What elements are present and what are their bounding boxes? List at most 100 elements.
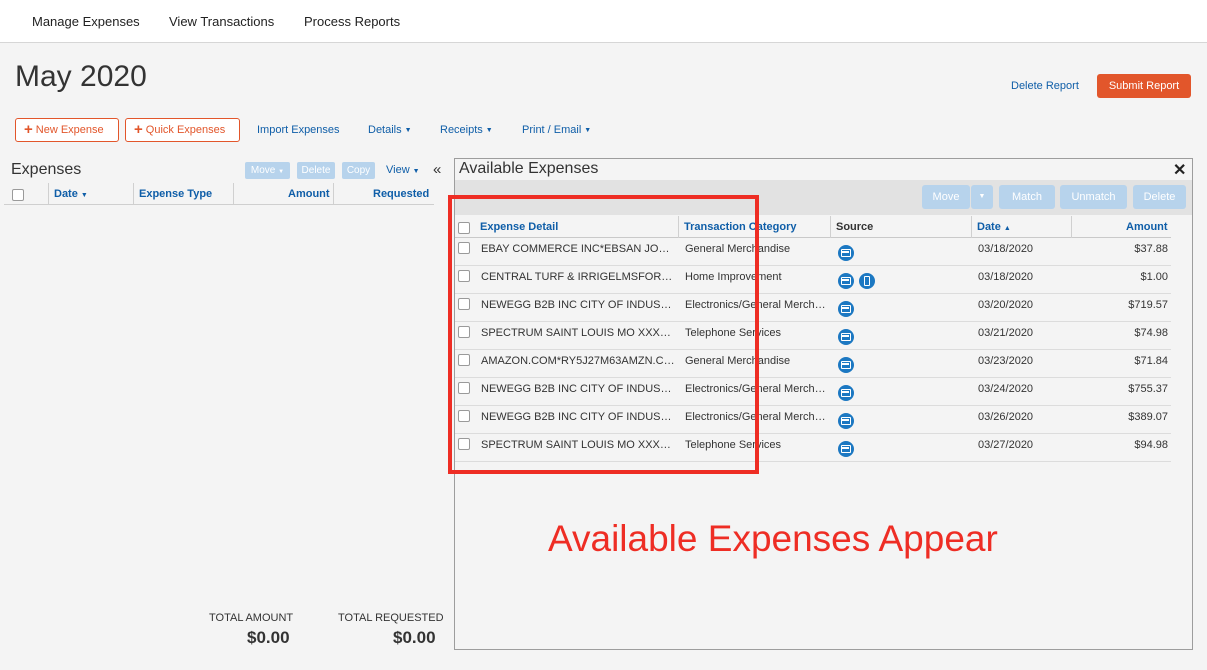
row-checkbox[interactable] xyxy=(458,242,470,254)
plus-icon: + xyxy=(134,121,143,138)
total-amount-value: $0.00 xyxy=(247,628,290,647)
amount-cell: $389.07 xyxy=(1128,411,1168,423)
sort-down-icon: ▼ xyxy=(80,192,88,199)
tab-view-transactions[interactable]: View Transactions xyxy=(169,14,274,29)
available-move-button[interactable]: Move xyxy=(922,185,970,209)
dropdown-arrow-icon: ▼ xyxy=(278,169,285,175)
total-requested-value: $0.00 xyxy=(393,628,436,647)
top-nav: Manage Expenses View Transactions Proces… xyxy=(0,0,1207,43)
expense-detail-cell: NEWEGG B2B INC CITY OF INDUSTRY CA xyxy=(481,299,675,311)
select-all-checkbox[interactable] xyxy=(12,189,24,201)
mobile-icon[interactable] xyxy=(859,273,875,289)
column-amount[interactable]: Amount xyxy=(288,188,330,200)
transaction-category-cell: Telephone Services xyxy=(685,327,782,339)
available-delete-button[interactable]: Delete xyxy=(1133,185,1186,209)
available-expenses-title: Available Expenses xyxy=(459,160,599,177)
column-transaction-category[interactable]: Transaction Category xyxy=(684,221,796,233)
card-icon[interactable] xyxy=(838,301,854,317)
transaction-category-cell: Electronics/General Merchandise xyxy=(685,383,827,395)
match-button[interactable]: Match xyxy=(999,185,1055,209)
transaction-category-cell: Telephone Services xyxy=(685,439,782,451)
collapse-panel-icon[interactable]: « xyxy=(433,161,441,178)
expense-detail-cell: AMAZON.COM*RY5J27M63AMZN.COM/BILL WA xyxy=(481,355,675,367)
row-checkbox[interactable] xyxy=(458,438,470,450)
date-cell: 03/20/2020 xyxy=(978,299,1034,311)
import-expenses-link[interactable]: Import Expenses xyxy=(257,124,340,136)
amount-cell: $74.98 xyxy=(1134,327,1168,339)
row-checkbox[interactable] xyxy=(458,354,470,366)
print-email-menu[interactable]: Print / Email ▼ xyxy=(522,124,591,136)
card-icon[interactable] xyxy=(838,413,854,429)
available-select-all-checkbox[interactable] xyxy=(458,222,470,234)
transaction-category-cell: Home Improvement xyxy=(685,271,782,283)
date-cell: 03/23/2020 xyxy=(978,355,1034,367)
copy-button[interactable]: Copy xyxy=(342,162,375,179)
view-menu[interactable]: View ▼ xyxy=(386,164,420,176)
unmatch-button[interactable]: Unmatch xyxy=(1060,185,1127,209)
row-checkbox[interactable] xyxy=(458,270,470,282)
column-amount-available[interactable]: Amount xyxy=(1126,221,1168,233)
submit-report-button[interactable]: Submit Report xyxy=(1097,74,1191,98)
date-cell: 03/21/2020 xyxy=(978,327,1034,339)
column-date-sorted[interactable]: Date ▲ xyxy=(977,221,1011,233)
expense-detail-cell: SPECTRUM SAINT LOUIS MO XXXXXX xyxy=(481,439,675,451)
column-expense-detail[interactable]: Expense Detail xyxy=(480,221,558,233)
total-requested-label: TOTAL REQUESTED xyxy=(338,612,444,624)
available-table-header xyxy=(455,216,1171,238)
expenses-panel-title: Expenses xyxy=(11,161,82,178)
amount-cell: $71.84 xyxy=(1134,355,1168,367)
column-requested[interactable]: Requested xyxy=(373,188,429,200)
date-cell: 03/26/2020 xyxy=(978,411,1034,423)
card-icon[interactable] xyxy=(838,273,854,289)
amount-cell: $94.98 xyxy=(1134,439,1168,451)
row-checkbox[interactable] xyxy=(458,298,470,310)
annotation-text: Available Expenses Appear xyxy=(548,518,998,559)
delete-button[interactable]: Delete xyxy=(297,162,335,179)
dropdown-arrow-icon: ▼ xyxy=(412,168,420,175)
tab-manage-expenses[interactable]: Manage Expenses xyxy=(32,14,140,29)
card-icon[interactable] xyxy=(838,329,854,345)
quick-expenses-button[interactable]: + Quick Expenses xyxy=(125,118,240,142)
column-source: Source xyxy=(836,221,874,233)
dropdown-arrow-icon: ▼ xyxy=(485,127,493,134)
transaction-category-cell: Electronics/General Merchandise xyxy=(685,411,827,423)
tab-process-reports[interactable]: Process Reports xyxy=(304,14,400,29)
sort-up-icon: ▲ xyxy=(1003,225,1011,232)
amount-cell: $1.00 xyxy=(1140,271,1168,283)
delete-report-link[interactable]: Delete Report xyxy=(1011,80,1079,92)
row-checkbox[interactable] xyxy=(458,410,470,422)
column-date[interactable]: Date ▼ xyxy=(54,188,88,200)
amount-cell: $719.57 xyxy=(1128,299,1168,311)
card-icon[interactable] xyxy=(838,441,854,457)
column-expense-type[interactable]: Expense Type xyxy=(139,188,212,200)
transaction-category-cell: General Merchandise xyxy=(685,243,791,255)
expense-detail-cell: EBAY COMMERCE INC*EBSAN JOSE CA xyxy=(481,243,675,255)
expense-detail-cell: SPECTRUM SAINT LOUIS MO XXXXXX xyxy=(481,327,675,339)
transaction-category-cell: General Merchandise xyxy=(685,355,791,367)
total-amount-label: TOTAL AMOUNT xyxy=(209,612,294,624)
row-checkbox[interactable] xyxy=(458,382,470,394)
amount-cell: $755.37 xyxy=(1128,383,1168,395)
expense-detail-cell: NEWEGG B2B INC CITY OF INDUSTRY CA xyxy=(481,383,675,395)
transaction-category-cell: Electronics/General Merchandise xyxy=(685,299,827,311)
page-title: May 2020 xyxy=(15,60,147,93)
date-cell: 03/18/2020 xyxy=(978,271,1034,283)
date-cell: 03/24/2020 xyxy=(978,383,1034,395)
receipts-menu[interactable]: Receipts ▼ xyxy=(440,124,493,136)
card-icon[interactable] xyxy=(838,385,854,401)
card-icon[interactable] xyxy=(838,357,854,373)
dropdown-arrow-icon: ▼ xyxy=(584,127,592,134)
row-checkbox[interactable] xyxy=(458,326,470,338)
details-menu[interactable]: Details ▼ xyxy=(368,124,412,136)
dropdown-arrow-icon: ▼ xyxy=(404,127,412,134)
move-dropdown-icon[interactable]: ▼ xyxy=(971,185,993,209)
plus-icon: + xyxy=(24,121,33,138)
amount-cell: $37.88 xyxy=(1134,243,1168,255)
move-button[interactable]: Move ▼ xyxy=(245,162,290,179)
close-icon[interactable]: ✕ xyxy=(1173,160,1186,180)
card-icon[interactable] xyxy=(838,245,854,261)
expense-detail-cell: CENTRAL TURF & IRRIGELMSFORD NY xyxy=(481,271,675,283)
date-cell: 03/27/2020 xyxy=(978,439,1034,451)
new-expense-button[interactable]: + New Expense xyxy=(15,118,119,142)
date-cell: 03/18/2020 xyxy=(978,243,1034,255)
